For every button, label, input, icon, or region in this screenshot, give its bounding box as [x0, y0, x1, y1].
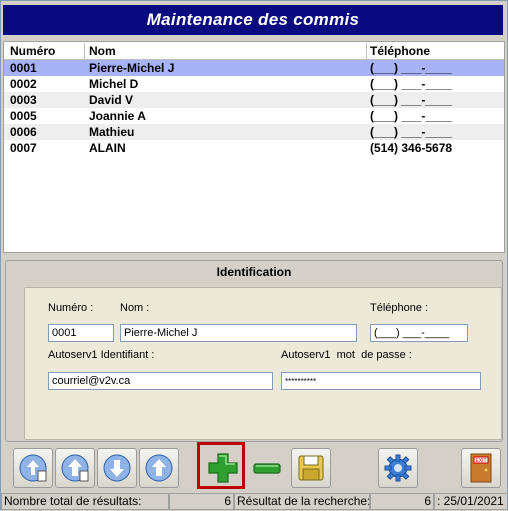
- floppy-disk-icon: [296, 453, 326, 483]
- cell-nom: Pierre-Michel J: [89, 61, 175, 75]
- gear-icon: [383, 453, 413, 483]
- column-divider[interactable]: [366, 43, 367, 59]
- total-results-label: Nombre total de résultats:: [1, 493, 169, 510]
- last-record-button[interactable]: [139, 448, 179, 488]
- motdepasse-label: Autoserv1 mot de passe :: [281, 349, 412, 361]
- identifiant-label: Autoserv1 Identifiant :: [48, 349, 155, 361]
- next-record-button[interactable]: [97, 448, 137, 488]
- previous-record-icon: [60, 453, 90, 483]
- cell-telephone: (___) ___-____: [370, 125, 453, 139]
- save-button[interactable]: [291, 448, 331, 488]
- previous-record-button[interactable]: [55, 448, 95, 488]
- cell-numero: 0003: [10, 93, 37, 107]
- column-header-telephone[interactable]: Téléphone: [370, 44, 430, 58]
- nom-label: Nom :: [120, 302, 150, 314]
- exit-button[interactable]: EXIT: [461, 448, 501, 488]
- telephone-label: Téléphone :: [370, 302, 429, 314]
- cell-telephone: (___) ___-____: [370, 61, 453, 75]
- window-title: Maintenance des commis: [3, 5, 503, 35]
- cell-numero: 0007: [10, 141, 37, 155]
- telephone-field[interactable]: [370, 324, 468, 342]
- column-header-nom[interactable]: Nom: [89, 44, 116, 58]
- add-button-highlight: [197, 442, 245, 489]
- status-date: : 25/01/2021: [434, 493, 508, 510]
- cell-nom: ALAIN: [89, 141, 126, 155]
- cell-telephone: (___) ___-____: [370, 77, 453, 91]
- cell-numero: 0006: [10, 125, 37, 139]
- search-results-value: 6: [370, 493, 434, 510]
- table-row[interactable]: 0005 Joannie A (___) ___-____: [4, 108, 504, 124]
- cell-nom: David V: [89, 93, 134, 107]
- cell-numero: 0005: [10, 109, 37, 123]
- password-field[interactable]: [281, 372, 481, 390]
- window: Maintenance des commis Numéro Nom Téléph…: [0, 0, 508, 510]
- cell-telephone: (___) ___-____: [370, 109, 453, 123]
- table-row[interactable]: 0006 Mathieu (___) ___-____: [4, 124, 504, 140]
- numero-label: Numéro :: [48, 302, 94, 314]
- cell-nom: Joannie A: [89, 109, 146, 123]
- settings-button[interactable]: [378, 448, 418, 488]
- search-results-label: Résultat de la recherche:: [234, 493, 370, 510]
- cell-telephone: (___) ___-____: [370, 93, 453, 107]
- cell-numero: 0001: [10, 61, 37, 75]
- cell-telephone: (514) 346-5678: [370, 141, 453, 155]
- identification-panel: Identification Numéro : Nom : Téléphone …: [5, 260, 503, 442]
- first-record-icon: [18, 453, 48, 483]
- grid-header: Numéro Nom Téléphone: [4, 43, 504, 60]
- exit-door-icon: EXIT: [466, 452, 496, 484]
- column-header-numero[interactable]: Numéro: [10, 44, 55, 58]
- cell-nom: Michel D: [89, 77, 139, 91]
- commis-grid[interactable]: Numéro Nom Téléphone 0001 Pierre-Michel …: [3, 41, 505, 253]
- total-results-value: 6: [169, 493, 234, 510]
- table-row[interactable]: 0007 ALAIN (514) 346-5678: [4, 140, 504, 156]
- table-row[interactable]: 0003 David V (___) ___-____: [4, 92, 504, 108]
- arrow-up-icon: [144, 453, 174, 483]
- identifiant-field[interactable]: [48, 372, 273, 390]
- remove-button[interactable]: [247, 448, 287, 488]
- first-record-button[interactable]: [13, 448, 53, 488]
- cell-nom: Mathieu: [89, 125, 135, 139]
- table-row[interactable]: 0002 Michel D (___) ___-____: [4, 76, 504, 92]
- toolbar: EXIT: [1, 446, 508, 490]
- exit-label: EXIT: [475, 458, 486, 464]
- minus-icon: [251, 452, 283, 484]
- numero-field[interactable]: [48, 324, 114, 342]
- nom-field[interactable]: [120, 324, 357, 342]
- arrow-down-icon: [102, 453, 132, 483]
- column-divider[interactable]: [84, 43, 85, 59]
- status-bar: Nombre total de résultats: 6 Résultat de…: [1, 493, 508, 511]
- cell-numero: 0002: [10, 77, 37, 91]
- table-row[interactable]: 0001 Pierre-Michel J (___) ___-____: [4, 60, 504, 76]
- identification-form: Numéro : Nom : Téléphone : Autoserv1 Ide…: [24, 287, 502, 440]
- identification-title: Identification: [216, 265, 292, 279]
